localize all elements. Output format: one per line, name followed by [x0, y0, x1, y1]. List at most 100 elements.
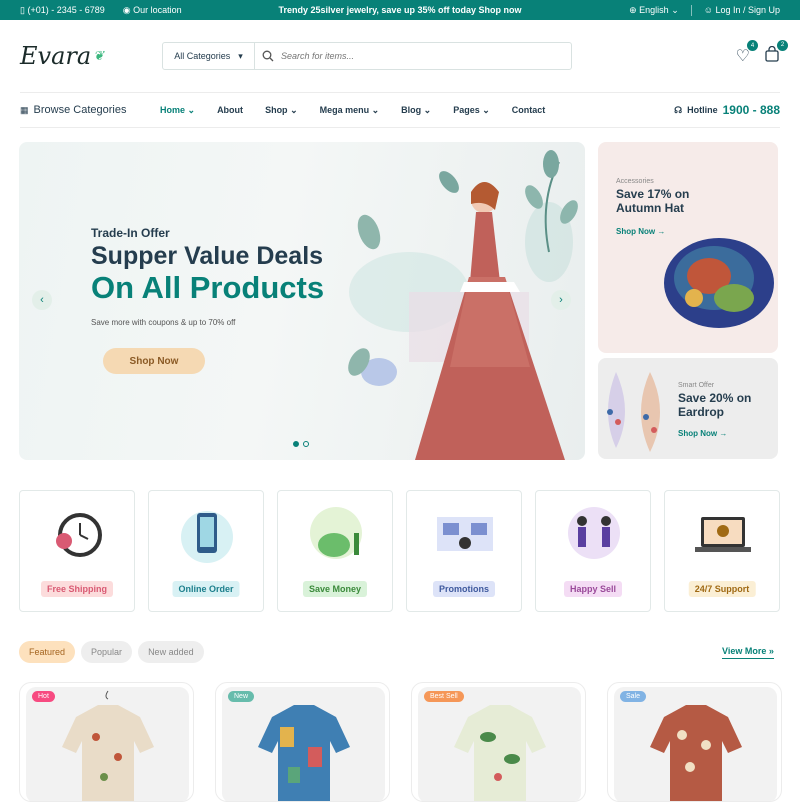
side-banner-eardrop[interactable]: Smart Offer Save 20% on Eardrop Shop Now… [598, 358, 778, 459]
feature-label: Online Order [172, 581, 240, 597]
feature-free-shipping[interactable]: Free Shipping [19, 490, 135, 612]
tab-new-added[interactable]: New added [138, 641, 204, 663]
banner-shop-link[interactable]: Shop Now [616, 227, 655, 236]
piggy-bank-icon [310, 507, 362, 559]
caret-down-icon: ▾ [238, 50, 243, 61]
hero-title: Supper Value Deals [91, 242, 324, 270]
feature-label: Happy Sell [563, 581, 623, 597]
view-more-label: View More [722, 646, 767, 656]
product-image[interactable] [418, 687, 581, 801]
product-badge: Sale [620, 691, 647, 702]
nav-home[interactable]: Home ⌄ [160, 105, 195, 116]
hotline-label: Hotline [687, 105, 718, 115]
leaf-icon: ❦ [93, 48, 105, 64]
hotline[interactable]: ☊ Hotline 1900 - 888 [674, 103, 780, 117]
tab-popular[interactable]: Popular [81, 641, 133, 663]
wishlist-button[interactable]: ♡ 4 [736, 40, 758, 66]
product-card[interactable]: Best Sell [411, 682, 586, 802]
product-badge: Hot [32, 691, 55, 702]
product-card[interactable]: Hot [19, 682, 194, 802]
category-select-label: All Categories [174, 51, 231, 61]
product-grid: Hot New Best Sell Sale [19, 682, 782, 802]
location-info[interactable]: ◉ Our location [123, 5, 182, 16]
divider [690, 4, 692, 16]
shirt-image [650, 705, 742, 801]
arrow-right-icon: → [719, 429, 728, 438]
search-icon[interactable] [255, 50, 281, 62]
nav-blog[interactable]: Blog ⌄ [401, 105, 431, 116]
slider-dot-2[interactable] [303, 441, 309, 447]
search-input[interactable] [281, 51, 571, 61]
laptop-support-icon [695, 517, 751, 552]
location-pin-icon: ◉ [122, 4, 131, 15]
megaphone-icon [437, 517, 493, 551]
banner-title: Save 17% on [616, 187, 690, 201]
hero-subtitle: Save more with coupons & up to 70% off [91, 318, 236, 327]
feature-online-order[interactable]: Online Order [148, 490, 264, 612]
side-banner-hat[interactable]: Accessories Save 17% on Autumn Hat Shop … [598, 142, 778, 353]
feature-label: Save Money [302, 581, 368, 597]
view-more-link[interactable]: View More » [722, 646, 774, 659]
globe-icon: ⊕ [629, 4, 637, 15]
shirt-image [454, 705, 546, 801]
nav-shop[interactable]: Shop ⌄ [265, 105, 298, 116]
grid-icon: ▦ [20, 104, 29, 115]
browse-categories-button[interactable]: ▦ Browse Categories [20, 104, 160, 116]
wishlist-count-badge: 4 [747, 40, 758, 51]
nav-shop-label: Shop [265, 104, 288, 115]
banner-title: Save 20% on [678, 391, 752, 405]
banner-shop-link[interactable]: Shop Now [678, 429, 717, 438]
banner-title-2: Autumn Hat [616, 201, 684, 215]
shirt-image [62, 690, 154, 801]
slider-dots [293, 441, 309, 447]
product-card[interactable]: Sale [607, 682, 782, 802]
user-icon: ☺ [703, 5, 713, 15]
feature-support[interactable]: 24/7 Support [664, 490, 780, 612]
product-image[interactable] [614, 687, 777, 801]
logo[interactable]: Evara ❦ [20, 42, 162, 70]
shirt-image [258, 705, 350, 801]
clock-delivery-icon [56, 513, 102, 557]
nav-contact[interactable]: Contact [512, 105, 546, 116]
nav-home-label: Home [160, 104, 186, 115]
nav-about[interactable]: About [217, 105, 243, 116]
tab-featured[interactable]: Featured [19, 641, 76, 663]
product-image[interactable] [222, 687, 385, 801]
hero-shop-now-button[interactable]: Shop Now [103, 348, 205, 374]
hotline-number: 1900 - 888 [722, 103, 780, 117]
banner-title-2: Eardrop [678, 405, 725, 419]
product-badge: New [228, 691, 255, 702]
phone-text: (+01) - 2345 - 6789 [27, 4, 105, 15]
phone-order-icon [181, 511, 233, 563]
slider-next-button[interactable]: › [551, 290, 571, 310]
feature-save-money[interactable]: Save Money [277, 490, 393, 612]
product-card[interactable]: New [215, 682, 390, 802]
hero-slider: Trade-In Offer Supper Value Deals On All… [19, 142, 585, 460]
login-label: Log In / Sign Up [715, 5, 780, 15]
banner-category: Accessories [616, 178, 654, 185]
main-nav: ▦ Browse Categories Home ⌄ About Shop ⌄ … [20, 92, 780, 128]
login-link[interactable]: ☺ Log In / Sign Up [704, 5, 780, 15]
language-label: English [639, 4, 669, 15]
language-select[interactable]: ⊕ English ⌄ [629, 5, 679, 16]
feature-label: 24/7 Support [688, 581, 756, 597]
feature-happy-sell[interactable]: Happy Sell [535, 490, 651, 612]
feature-list: Free Shipping Online Order Save Money Pr… [19, 490, 780, 612]
slider-dot-1[interactable] [293, 441, 299, 447]
product-image[interactable] [26, 687, 189, 801]
handshake-icon [568, 507, 620, 559]
phone-info[interactable]: ▯ (+01) - 2345 - 6789 [20, 5, 105, 16]
nav-mega-menu[interactable]: Mega menu ⌄ [320, 105, 380, 116]
category-select[interactable]: All Categories ▾ [163, 43, 255, 69]
nav-pages-label: Pages [453, 104, 480, 115]
nav-pages[interactable]: Pages ⌄ [453, 105, 490, 116]
banner-category: Smart Offer [678, 382, 715, 389]
chevron-left-icon: ‹ [40, 294, 44, 306]
cart-button[interactable]: 2 [764, 39, 788, 67]
feature-promotions[interactable]: Promotions [406, 490, 522, 612]
top-bar: ▯ (+01) - 2345 - 6789 ◉ Our location Tre… [0, 0, 800, 20]
phone-icon: ▯ [20, 4, 25, 15]
chevron-down-icon: ⌄ [671, 4, 679, 15]
slider-prev-button[interactable]: ‹ [32, 290, 52, 310]
header: Evara❦ All Categories ▾ ♡ 4 2 [0, 20, 800, 92]
